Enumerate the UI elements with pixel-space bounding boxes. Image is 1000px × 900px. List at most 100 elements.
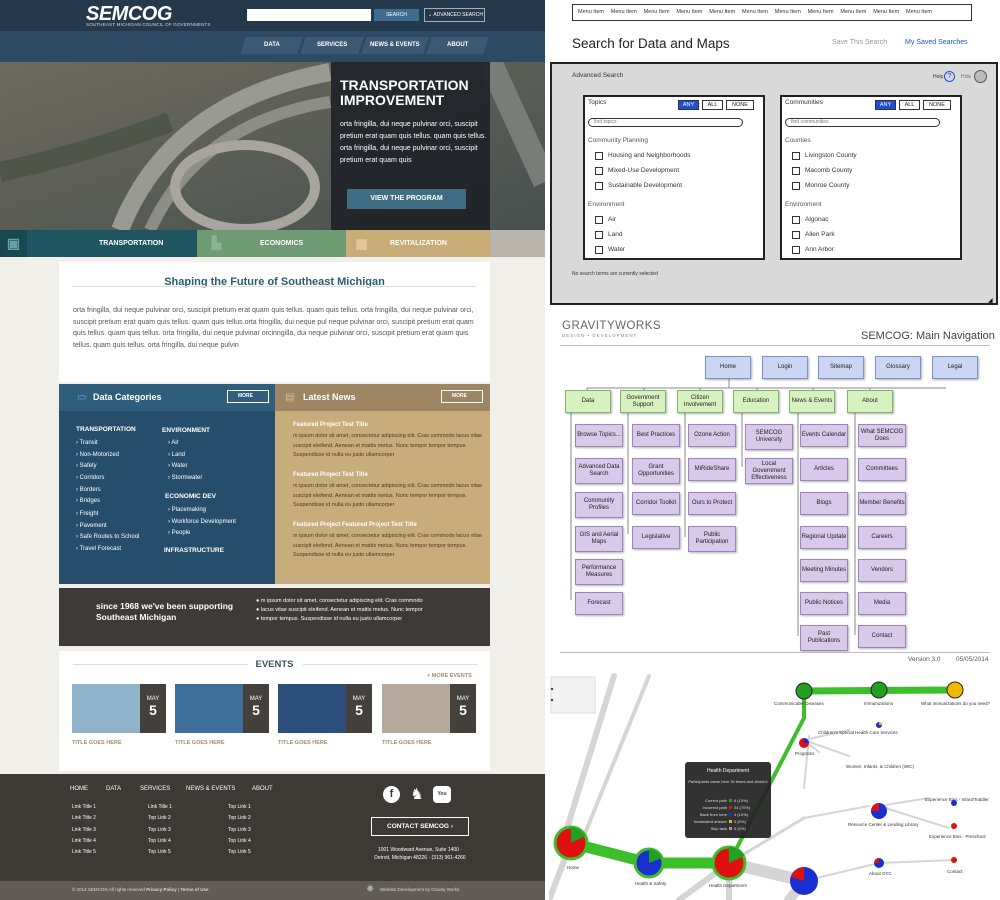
communities-option[interactable]: Macomb County <box>805 167 852 174</box>
event-title[interactable]: TITLE GOES HERE <box>175 740 225 746</box>
my-saved-searches-link[interactable]: My Saved Searches <box>905 39 968 46</box>
wireframe-menu-item[interactable]: Menu Item <box>775 9 801 15</box>
footer-link[interactable]: Link Title 1 <box>72 804 96 810</box>
footer-nav-about[interactable]: ABOUT <box>252 786 273 792</box>
tile-economics[interactable]: ▙ ECONOMICS <box>197 230 346 257</box>
search-input[interactable] <box>247 9 371 21</box>
category-item[interactable]: › People <box>168 530 190 536</box>
communities-checkbox[interactable] <box>792 167 800 175</box>
tile-transportation[interactable]: ▣ TRANSPORTATION <box>0 230 197 257</box>
data-categories-more-button[interactable]: MORE <box>227 390 269 403</box>
sitemap-page[interactable]: Performance Measures <box>575 559 623 585</box>
footer-link[interactable]: Link Title 5 <box>72 849 96 855</box>
footer-link[interactable]: Top Link 5 <box>228 849 251 855</box>
sitemap-page[interactable]: Events Calendar <box>800 424 848 447</box>
sitemap-page[interactable]: Ozone Action <box>688 424 736 447</box>
sitemap-page[interactable]: Advanced Data Search <box>575 458 623 484</box>
sitemap-page[interactable]: Articles <box>800 458 848 481</box>
nav-about[interactable]: ABOUT <box>426 37 489 54</box>
category-item[interactable]: › Air <box>168 440 179 446</box>
sitemap-page[interactable]: Ours to Protect <box>688 492 736 515</box>
sitemap-page[interactable]: Vendors <box>858 559 906 582</box>
hide-link[interactable]: Hide <box>961 74 971 80</box>
sitemap-page[interactable]: Corridor Toolkit <box>632 492 680 515</box>
wireframe-menu-item[interactable]: Menu Item <box>709 9 735 15</box>
sitemap-page[interactable]: Public Notices <box>800 592 848 615</box>
topics-pill-none[interactable]: NONE <box>726 100 754 110</box>
sitemap-section[interactable]: Education <box>733 390 779 413</box>
communities-checkbox[interactable] <box>792 182 800 190</box>
communities-option[interactable]: Livingston County <box>805 152 857 159</box>
wireframe-menu-item[interactable]: Menu Item <box>676 9 702 15</box>
footer-link[interactable]: Top Link 2 <box>148 815 171 821</box>
sitemap-top-legal[interactable]: Legal <box>932 356 978 379</box>
topics-pill-any[interactable]: ANY <box>678 100 699 110</box>
category-item[interactable]: › Travel Forecast <box>76 546 121 552</box>
sitemap-page[interactable]: Contact <box>858 625 906 648</box>
sitemap-top-login[interactable]: Login <box>762 356 808 379</box>
footer-link[interactable]: Link Title 1 <box>148 804 172 810</box>
communities-pill-all[interactable]: ALL <box>899 100 920 110</box>
more-events-link[interactable]: + MORE EVENTS <box>427 673 472 679</box>
category-heading-environment[interactable]: ENVIRONMENT <box>162 427 210 434</box>
help-link[interactable]: Help <box>933 74 943 80</box>
sitemap-page[interactable]: Past Publications <box>800 625 848 651</box>
nav-data[interactable]: DATA <box>240 37 303 54</box>
sitemap-page[interactable]: MiRideShare <box>688 458 736 481</box>
category-item[interactable]: › Safe Routes to School <box>76 534 139 540</box>
communities-checkbox[interactable] <box>792 246 800 254</box>
topics-checkbox[interactable] <box>595 182 603 190</box>
footer-link[interactable]: Top Link 3 <box>228 827 251 833</box>
nav-news-events[interactable]: NEWS & EVENTS <box>361 37 429 54</box>
communities-checkbox[interactable] <box>792 216 800 224</box>
wireframe-menu-item[interactable]: Menu Item <box>840 9 866 15</box>
category-item[interactable]: › Non-Motorized <box>76 452 119 458</box>
footer-link[interactable]: Top Link 2 <box>228 815 251 821</box>
sitemap-page[interactable]: Regional Update <box>800 526 848 549</box>
topics-checkbox[interactable] <box>595 167 603 175</box>
sitemap-page[interactable]: Forecast <box>575 592 623 615</box>
wireframe-menu-item[interactable]: Menu Item <box>906 9 932 15</box>
sitemap-page[interactable]: Community Profiles <box>575 492 623 518</box>
topics-option[interactable]: Land <box>608 231 622 238</box>
category-item[interactable]: › Transit <box>76 440 98 446</box>
topics-pill-all[interactable]: ALL <box>702 100 723 110</box>
wireframe-menu-item[interactable]: Menu Item <box>742 9 768 15</box>
sitemap-top-home[interactable]: Home <box>705 356 751 379</box>
topics-checkbox[interactable] <box>595 231 603 239</box>
sitemap-page[interactable]: Legislative <box>632 526 680 549</box>
sitemap-page[interactable]: Meeting Minutes <box>800 559 848 582</box>
sitemap-page[interactable]: What SEMCOG Does <box>858 424 906 447</box>
wireframe-menu-item[interactable]: Menu Item <box>611 9 637 15</box>
privacy-policy-link[interactable]: Privacy Policy <box>146 887 177 892</box>
topics-option[interactable]: Sustainable Development <box>608 182 682 189</box>
category-item[interactable]: › Stormwater <box>168 475 202 481</box>
communities-option[interactable]: Algonac <box>805 216 829 223</box>
category-item[interactable]: › Borders <box>76 487 101 493</box>
footer-link[interactable]: Top Link 4 <box>148 838 171 844</box>
sitemap-page[interactable]: Public Participation <box>688 526 736 552</box>
sitemap-page[interactable]: Grant Opportunities <box>632 458 680 484</box>
sitemap-section[interactable]: Government Support <box>620 390 666 413</box>
category-item[interactable]: › Placemaking <box>168 507 206 513</box>
footer-link[interactable]: Top Link 1 <box>228 804 251 810</box>
footer-link[interactable]: Top Link 4 <box>228 838 251 844</box>
sitemap-page[interactable]: Careers <box>858 526 906 549</box>
news-item-title[interactable]: Featured Project Featured Project Test T… <box>293 522 417 528</box>
communities-option[interactable]: Allen Park <box>805 231 835 238</box>
communities-search-input[interactable]: find communities <box>785 118 940 127</box>
twitter-icon[interactable]: ♞ <box>408 786 426 803</box>
topics-checkbox[interactable] <box>595 152 603 160</box>
category-heading-transportation[interactable]: TRANSPORTATION <box>76 426 136 433</box>
sitemap-top-glossary[interactable]: Glossary <box>875 356 921 379</box>
search-button[interactable]: SEARCH <box>374 9 419 21</box>
topics-option[interactable]: Air <box>608 216 616 223</box>
advanced-search-button[interactable]: ⌄ ADVANCED SEARCH <box>424 8 485 22</box>
event-title[interactable]: TITLE GOES HERE <box>278 740 328 746</box>
sitemap-page[interactable]: Member Benefits <box>858 492 906 515</box>
topics-search-input[interactable]: find topics <box>588 118 743 127</box>
resize-handle-icon[interactable]: ◢ <box>988 297 993 304</box>
category-item[interactable]: › Workforce Development <box>168 519 236 525</box>
footer-link[interactable]: Top Link 3 <box>148 827 171 833</box>
wireframe-menu-item[interactable]: Menu Item <box>873 9 899 15</box>
